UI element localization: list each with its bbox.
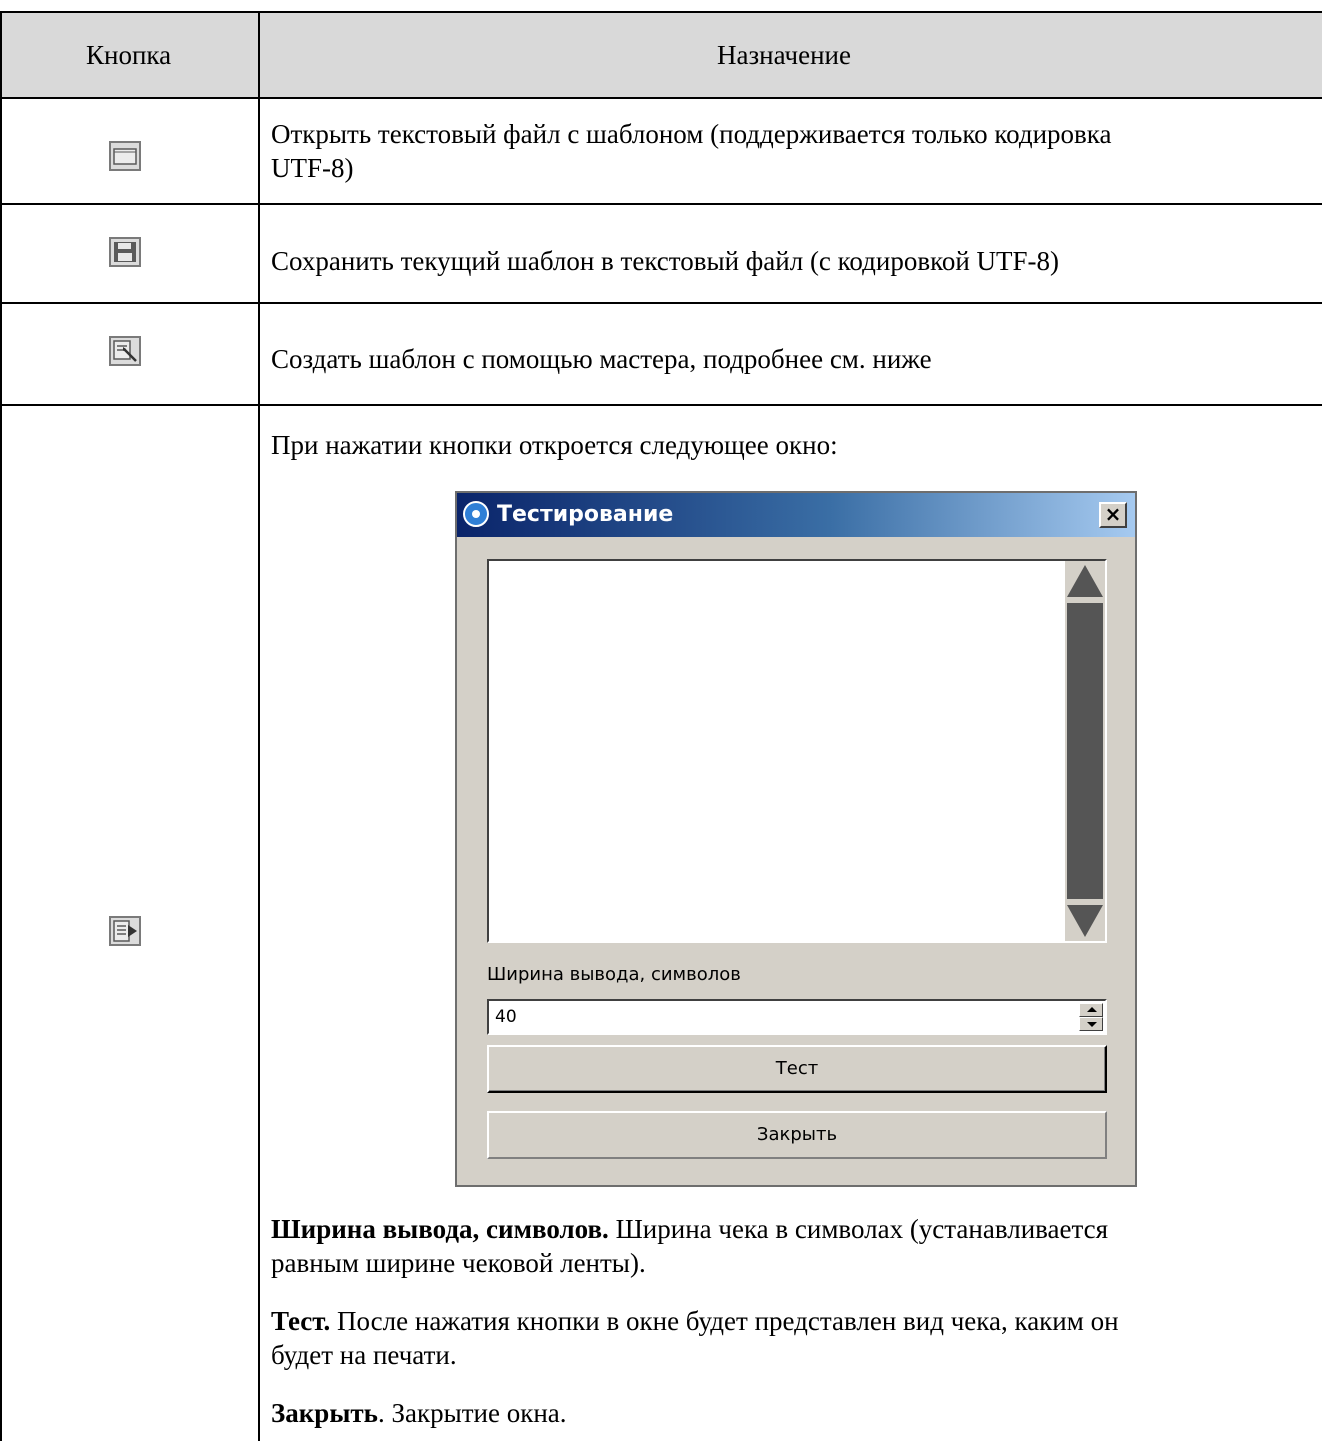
folder-icon — [109, 141, 141, 171]
close-button[interactable]: Закрыть — [487, 1111, 1107, 1159]
dialog-title: Тестирование — [497, 502, 674, 527]
row-wizard-description: Создать шаблон с помощью мастера, подроб… — [271, 344, 932, 374]
desc-width-text: Ширина чека в символах (устанавливается — [608, 1214, 1109, 1244]
width-spinbox[interactable]: 40 — [487, 999, 1107, 1035]
spin-up-icon[interactable] — [1079, 1003, 1103, 1017]
row-test-intro: При нажатии кнопки откроется следующее о… — [271, 430, 838, 460]
table-border-top — [0, 11, 1322, 13]
test-dialog: Тестирование × Ширина вывода, символов 4… — [455, 491, 1137, 1187]
row-divider — [0, 97, 1322, 99]
scroll-up-arrow-icon[interactable] — [1067, 565, 1103, 597]
dialog-titlebar: Тестирование × — [457, 493, 1135, 537]
row-open-text-line2: UTF-8) — [271, 153, 354, 183]
row-open-description: Открыть текстовый файл с шаблоном (подде… — [271, 117, 1311, 185]
row-divider — [0, 302, 1322, 304]
spin-down-icon[interactable] — [1079, 1017, 1103, 1031]
wizard-icon — [109, 336, 141, 366]
row-save-description: Сохранить текущий шаблон в текстовый фай… — [271, 246, 1060, 276]
column-header-button: Кнопка — [86, 40, 172, 70]
width-label: Ширина вывода, символов — [487, 964, 741, 985]
row-divider — [0, 203, 1322, 205]
desc-test: Тест. После нажатия кнопки в окне будет … — [271, 1304, 1311, 1372]
desc-width-text-line2: равным ширине чековой ленты). — [271, 1248, 646, 1278]
desc-close-text: . Закрытие окна. — [377, 1398, 567, 1428]
desc-width-term: Ширина вывода, символов. — [271, 1214, 609, 1244]
row-open-text-line1: Открыть текстовый файл с шаблоном (подде… — [271, 119, 1112, 149]
test-run-icon — [109, 916, 141, 946]
desc-test-text-line2: будет на печати. — [271, 1340, 457, 1370]
test-button[interactable]: Тест — [487, 1045, 1107, 1093]
desc-close: Закрыть. Закрытие окна. — [271, 1396, 1311, 1430]
desc-test-term: Тест. — [271, 1306, 331, 1336]
button-reference-table: Кнопка Назначение Открыть текстовый файл… — [0, 0, 1322, 1441]
column-divider — [258, 11, 260, 1441]
desc-width: Ширина вывода, символов. Ширина чека в с… — [271, 1212, 1311, 1280]
save-icon — [109, 237, 141, 267]
scrollbar-thumb[interactable] — [1067, 603, 1103, 899]
output-text-area[interactable] — [487, 559, 1107, 943]
table-header — [0, 12, 1322, 98]
dialog-close-icon[interactable]: × — [1099, 502, 1127, 528]
scroll-down-arrow-icon[interactable] — [1067, 905, 1103, 937]
app-icon — [463, 501, 489, 527]
column-header-purpose: Назначение — [717, 40, 851, 70]
row-divider — [0, 404, 1322, 406]
table-border-left — [0, 11, 2, 1441]
desc-close-term: Закрыть — [271, 1398, 378, 1428]
desc-test-text: После нажатия кнопки в окне будет предст… — [330, 1306, 1119, 1336]
width-value: 40 — [495, 1007, 517, 1027]
vertical-scrollbar[interactable] — [1065, 561, 1105, 941]
spin-buttons — [1079, 1003, 1103, 1031]
